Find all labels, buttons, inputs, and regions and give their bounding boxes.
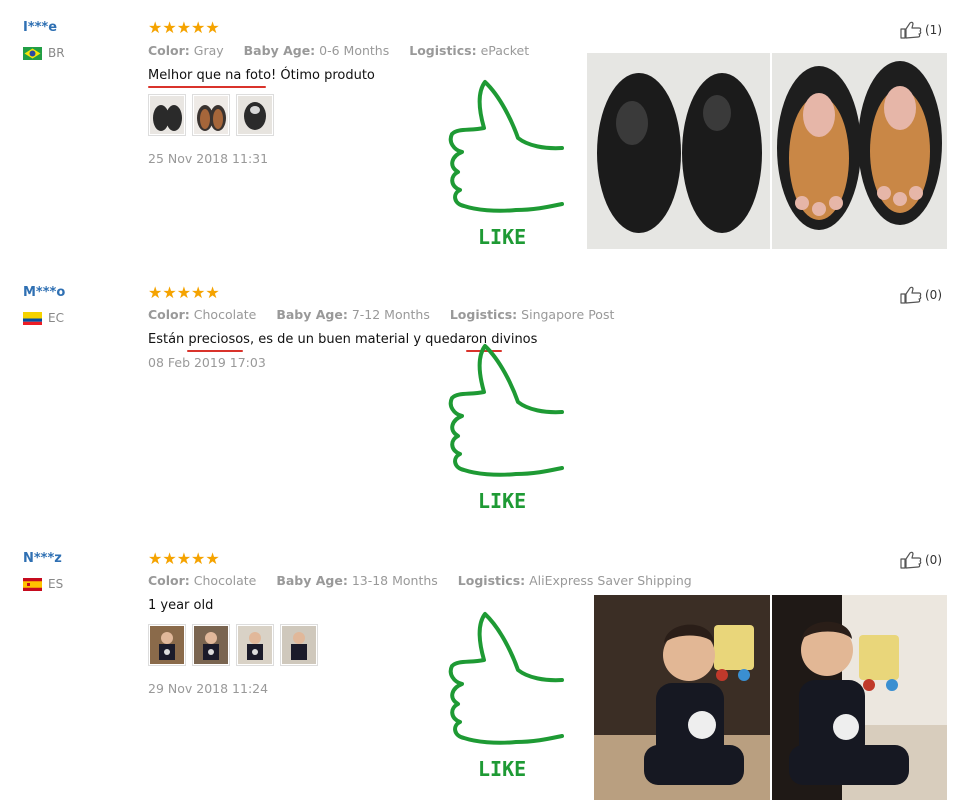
helpful-vote-button[interactable]: (0)	[900, 286, 942, 304]
attr-value: 13-18 Months	[351, 573, 438, 588]
reviewer-name[interactable]: N***z	[23, 551, 62, 566]
thumbs-up-outline-icon	[900, 21, 922, 39]
star-rating: ★★★★★	[148, 283, 220, 302]
attr-label: Color:	[148, 307, 190, 322]
review-date: 08 Feb 2019 17:03	[148, 355, 266, 370]
hand-drawn-thumbs-up-icon: LIKE	[448, 80, 564, 249]
review-thumbnails	[148, 624, 318, 666]
like-label: LIKE	[478, 489, 526, 513]
review-attributes: Color: Chocolate Baby Age: 13-18 Months …	[148, 573, 708, 588]
like-label: LIKE	[478, 757, 526, 781]
attr-value: Chocolate	[193, 307, 257, 322]
review-thumbnails	[148, 94, 274, 136]
attr-label: Baby Age:	[276, 573, 348, 588]
reviewer-country: BR	[23, 46, 65, 60]
reviewer-country: ES	[23, 577, 63, 591]
brazil-flag-icon	[23, 46, 42, 60]
helpful-count: (0)	[925, 288, 942, 302]
review-text: Melhor que na foto! Ótimo produto	[148, 68, 375, 83]
review-photo-thumbnail[interactable]	[236, 94, 274, 136]
red-underline-mark	[187, 350, 243, 352]
hand-drawn-thumbs-up-icon: LIKE	[448, 344, 564, 513]
like-label: LIKE	[478, 225, 526, 249]
country-code: EC	[48, 311, 64, 325]
review-photo-large[interactable]	[594, 595, 947, 800]
review-photo-thumbnail[interactable]	[280, 624, 318, 666]
thumbs-up-outline-icon	[900, 551, 922, 569]
ecuador-flag-icon	[23, 311, 42, 325]
helpful-count: (1)	[925, 23, 942, 37]
star-rating: ★★★★★	[148, 549, 220, 568]
review-attributes: Color: Gray Baby Age: 0-6 Months Logisti…	[148, 43, 545, 58]
red-underline-mark	[148, 86, 266, 88]
attr-value: 0-6 Months	[319, 43, 390, 58]
helpful-count: (0)	[925, 553, 942, 567]
review-date: 29 Nov 2018 11:24	[148, 681, 269, 696]
reviewer-name[interactable]: I***e	[23, 20, 57, 35]
review-photo-thumbnail[interactable]	[236, 624, 274, 666]
star-rating: ★★★★★	[148, 18, 220, 37]
review-text: 1 year old	[148, 598, 214, 613]
review-photo-thumbnail[interactable]	[192, 94, 230, 136]
spain-flag-icon	[23, 577, 42, 591]
attr-value: 7-12 Months	[351, 307, 430, 322]
attr-value: AliExpress Saver Shipping	[529, 573, 692, 588]
hand-drawn-thumbs-up-icon: LIKE	[448, 612, 564, 781]
review-photo-thumbnail[interactable]	[192, 624, 230, 666]
review-photo-large[interactable]	[587, 53, 947, 249]
attr-label: Color:	[148, 43, 190, 58]
attr-label: Logistics:	[449, 307, 518, 322]
attr-label: Baby Age:	[276, 307, 348, 322]
attr-value: Gray	[193, 43, 224, 58]
review-photo-thumbnail[interactable]	[148, 624, 186, 666]
reviewer-name[interactable]: M***o	[23, 285, 65, 300]
review-photo-thumbnail[interactable]	[148, 94, 186, 136]
attr-label: Logistics:	[457, 573, 526, 588]
helpful-vote-button[interactable]: (1)	[900, 21, 942, 39]
attr-label: Logistics:	[409, 43, 477, 58]
review-attributes: Color: Chocolate Baby Age: 7-12 Months L…	[148, 307, 630, 322]
review-date: 25 Nov 2018 11:31	[148, 151, 269, 166]
attr-value: ePacket	[480, 43, 530, 58]
attr-value: Singapore Post	[521, 307, 615, 322]
attr-label: Color:	[148, 573, 190, 588]
country-code: BR	[48, 46, 65, 60]
helpful-vote-button[interactable]: (0)	[900, 551, 942, 569]
attr-label: Baby Age:	[243, 43, 316, 58]
reviewer-country: EC	[23, 311, 64, 325]
attr-value: Chocolate	[193, 573, 257, 588]
thumbs-up-outline-icon	[900, 286, 922, 304]
country-code: ES	[48, 577, 64, 591]
